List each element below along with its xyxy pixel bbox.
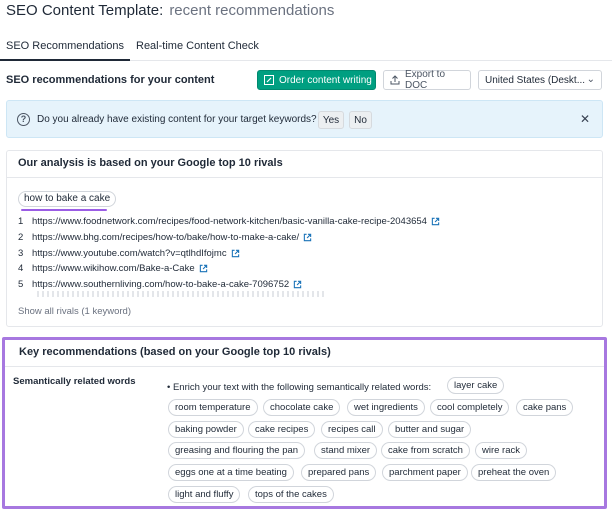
toolbar: SEO recommendations for your content Ord… (0, 69, 612, 92)
tab-seo-recommendations[interactable]: SEO Recommendations (0, 36, 130, 61)
rival-item[interactable]: 2 https://www.bhg.com/recipes/how-to/bak… (18, 230, 312, 244)
export-to-doc-label: Export to DOC (405, 69, 446, 91)
keyword-chip[interactable]: wire rack (475, 442, 528, 459)
keyword-chip[interactable]: butter and sugar (388, 421, 472, 438)
banner-question: Do you already have existing content for… (37, 114, 317, 125)
keyword-chip[interactable]: room temperature (168, 399, 258, 416)
rival-url[interactable]: https://www.youtube.com/watch?v=qtlhdIfo… (32, 248, 227, 259)
key-recommendations-title: Key recommendations (based on your Googl… (19, 346, 331, 358)
question-icon: ? (17, 113, 30, 126)
keyword-chip[interactable]: recipes call (321, 421, 383, 438)
chevron-down-icon: ⌄ (586, 74, 595, 85)
faded-list-overflow (37, 291, 327, 297)
existing-content-banner: ? Do you already have existing content f… (6, 100, 603, 138)
rival-number: 1 (18, 215, 24, 227)
region-select[interactable]: United States (Deskt... ⌄ (478, 70, 602, 90)
keyword-chip[interactable]: cake from scratch (381, 442, 470, 459)
rivals-card-title: Our analysis is based on your Google top… (18, 157, 283, 169)
keyword-chip[interactable]: baking powder (168, 421, 244, 438)
external-link-icon[interactable] (293, 280, 302, 289)
external-link-icon[interactable] (231, 249, 240, 258)
keyword-chip[interactable]: cool completely (430, 399, 510, 416)
export-icon (390, 75, 400, 85)
keyword-chip[interactable]: prepared pans (301, 464, 377, 481)
edit-icon (264, 75, 274, 85)
no-button[interactable]: No (349, 111, 372, 129)
yes-button[interactable]: Yes (318, 111, 344, 129)
keyword-chip[interactable]: eggs one at a time beating (168, 464, 294, 481)
keyword-chip[interactable]: stand mixer (314, 442, 378, 459)
rival-url[interactable]: https://www.bhg.com/recipes/how-to/bake/… (32, 232, 299, 243)
rival-item[interactable]: 5 https://www.southernliving.com/how-to-… (18, 277, 302, 291)
rival-number: 5 (18, 278, 24, 290)
enrich-text-instruction: • Enrich your text with the following se… (167, 382, 432, 393)
keyword-chip[interactable]: preheat the oven (471, 464, 557, 481)
app-title: SEO Content Template: (6, 2, 164, 19)
tab-real-time-content-check[interactable]: Real-time Content Check (130, 36, 265, 61)
key-recommendations-card: Key recommendations (based on your Googl… (2, 337, 607, 509)
rival-number: 4 (18, 262, 24, 274)
keyword-chip[interactable]: greasing and flouring the pan (168, 442, 306, 459)
page-subtitle: recent recommendations (169, 2, 335, 19)
rival-url[interactable]: https://www.southernliving.com/how-to-ba… (32, 279, 289, 290)
close-icon[interactable]: ✕ (580, 112, 590, 126)
keyword-chip[interactable]: cake recipes (248, 421, 316, 438)
rivals-analysis-card: Our analysis is based on your Google top… (6, 150, 603, 327)
order-content-writing-label: Order content writing (279, 74, 372, 86)
export-to-doc-button[interactable]: Export to DOC (383, 69, 471, 91)
external-link-icon[interactable] (199, 264, 208, 273)
rival-number: 3 (18, 247, 24, 259)
divider (5, 366, 604, 367)
order-content-writing-button[interactable]: Order content writing (257, 70, 376, 90)
region-select-value: United States (Deskt... (485, 74, 586, 86)
rival-item[interactable]: 3 https://www.youtube.com/watch?v=qtlhdI… (18, 246, 240, 260)
external-link-icon[interactable] (431, 217, 440, 226)
tab-bar: SEO Recommendations Real-time Content Ch… (0, 36, 612, 61)
rival-url[interactable]: https://www.foodnetwork.com/recipes/food… (32, 216, 427, 227)
page-header: SEO Content Template: recent recommendat… (6, 2, 334, 22)
divider (7, 177, 602, 178)
rival-item[interactable]: 1 https://www.foodnetwork.com/recipes/fo… (18, 214, 440, 228)
keyword-chip[interactable]: wet ingredients (347, 399, 425, 416)
rival-item[interactable]: 4 https://www.wikihow.com/Bake-a-Cake (18, 261, 208, 275)
keyword-underline (21, 209, 107, 211)
keyword-chip[interactable]: light and fluffy (168, 486, 241, 503)
show-all-rivals-link[interactable]: Show all rivals (1 keyword) (18, 306, 131, 317)
keyword-chip[interactable]: parchment paper (382, 464, 468, 481)
keyword-chip[interactable]: chocolate cake (263, 399, 341, 416)
section-title: SEO recommendations for your content (6, 74, 215, 86)
rival-number: 2 (18, 231, 24, 243)
keyword-chip[interactable]: cake pans (516, 399, 574, 416)
keyword-chip[interactable]: layer cake (447, 377, 505, 394)
semantically-related-words-label: Semantically related words (13, 376, 136, 387)
external-link-icon[interactable] (303, 233, 312, 242)
keyword-chip[interactable]: how to bake a cake (18, 191, 117, 207)
rival-url[interactable]: https://www.wikihow.com/Bake-a-Cake (32, 263, 195, 274)
keyword-chip[interactable]: tops of the cakes (248, 486, 334, 503)
